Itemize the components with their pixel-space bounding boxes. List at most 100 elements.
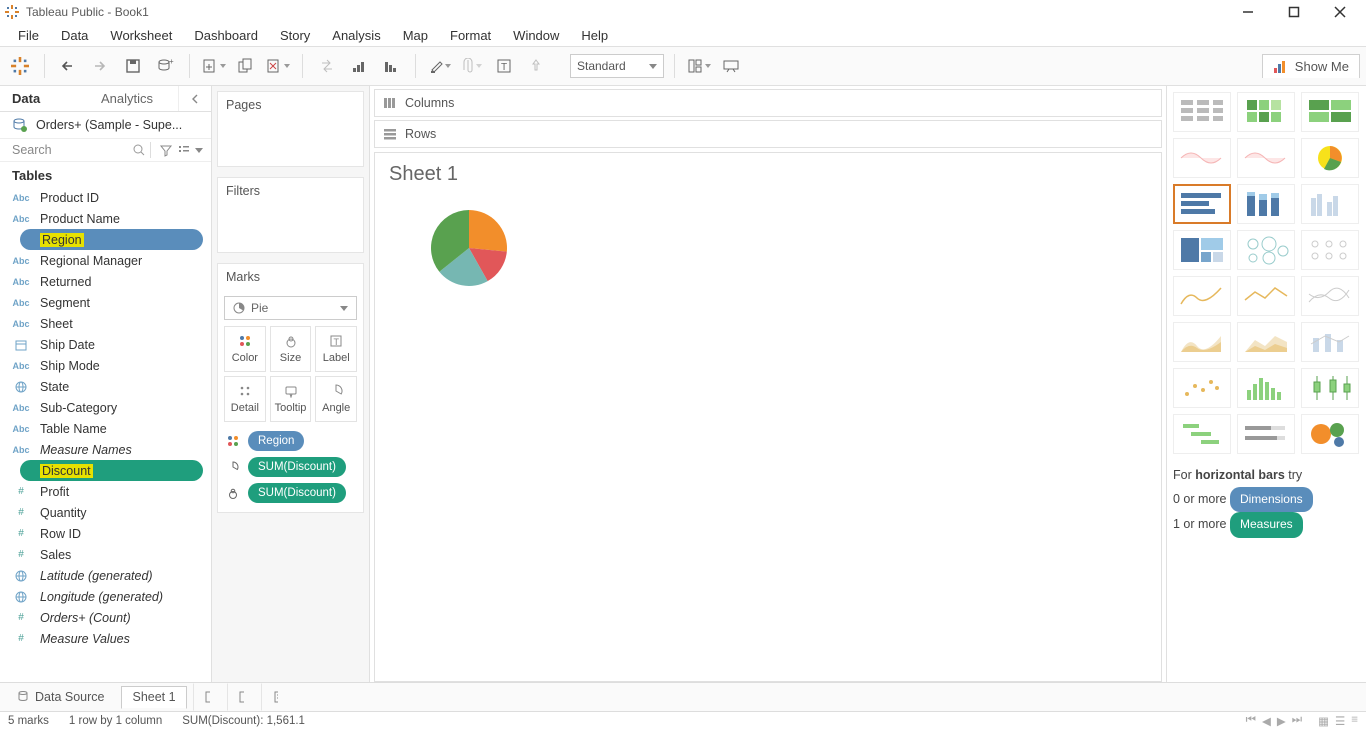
collapse-pane-icon[interactable] bbox=[178, 86, 211, 111]
nav-first-icon[interactable]: ⏮ bbox=[1246, 714, 1256, 728]
field-discount[interactable]: Discount bbox=[20, 460, 203, 481]
showme-thumb-7[interactable] bbox=[1237, 184, 1295, 224]
mark-btn-label[interactable]: TLabel bbox=[315, 326, 357, 372]
save-icon[interactable] bbox=[119, 52, 147, 80]
show-me-toggle[interactable]: Show Me bbox=[1262, 54, 1360, 78]
showme-thumb-10[interactable] bbox=[1237, 230, 1295, 270]
pin-icon[interactable] bbox=[522, 52, 550, 80]
showme-thumb-6[interactable] bbox=[1173, 184, 1231, 224]
showme-thumb-13[interactable] bbox=[1237, 276, 1295, 316]
close-button[interactable] bbox=[1326, 2, 1354, 22]
tab-analytics[interactable]: Analytics bbox=[89, 86, 178, 111]
pill-sum-discount-[interactable]: SUM(Discount) bbox=[248, 483, 346, 503]
mark-btn-color[interactable]: Color bbox=[224, 326, 266, 372]
filter-icon[interactable] bbox=[159, 143, 173, 157]
view-list-icon[interactable]: ≡ bbox=[1351, 714, 1358, 728]
pages-shelf[interactable]: Pages bbox=[217, 91, 364, 167]
filters-shelf[interactable]: Filters bbox=[217, 177, 364, 253]
swap-rows-columns-icon[interactable] bbox=[313, 52, 341, 80]
showme-thumb-14[interactable] bbox=[1301, 276, 1359, 316]
showme-thumb-5[interactable] bbox=[1301, 138, 1359, 178]
field-ship-mode[interactable]: AbcShip Mode bbox=[0, 355, 211, 376]
pill-sum-discount-[interactable]: SUM(Discount) bbox=[248, 457, 346, 477]
field-product-name[interactable]: AbcProduct Name bbox=[0, 208, 211, 229]
new-dashboard-tab-icon[interactable] bbox=[227, 683, 255, 711]
field-measure-names[interactable]: AbcMeasure Names bbox=[0, 439, 211, 460]
field-orders-count-[interactable]: #Orders+ (Count) bbox=[0, 607, 211, 628]
fit-mode-select[interactable]: Standard bbox=[570, 54, 664, 78]
menu-analysis[interactable]: Analysis bbox=[322, 26, 390, 45]
field-sheet[interactable]: AbcSheet bbox=[0, 313, 211, 334]
new-worksheet-icon[interactable] bbox=[200, 52, 228, 80]
field-table-name[interactable]: AbcTable Name bbox=[0, 418, 211, 439]
showme-thumb-22[interactable] bbox=[1237, 414, 1295, 454]
pie-slice-east[interactable] bbox=[469, 210, 507, 252]
field-row-id[interactable]: #Row ID bbox=[0, 523, 211, 544]
showme-thumb-16[interactable] bbox=[1237, 322, 1295, 362]
new-data-source-icon[interactable]: + bbox=[151, 52, 179, 80]
view-grid-icon[interactable]: ▦ bbox=[1318, 714, 1329, 728]
new-story-tab-icon[interactable] bbox=[261, 683, 289, 711]
data-source-row[interactable]: Orders+ (Sample - Supe... bbox=[0, 112, 211, 138]
text-label-icon[interactable]: T bbox=[490, 52, 518, 80]
menu-map[interactable]: Map bbox=[393, 26, 438, 45]
field-regional-manager[interactable]: AbcRegional Manager bbox=[0, 250, 211, 271]
attach-icon[interactable] bbox=[458, 52, 486, 80]
field-sales[interactable]: #Sales bbox=[0, 544, 211, 565]
pie-chart[interactable] bbox=[429, 208, 1147, 288]
minimize-button[interactable] bbox=[1234, 2, 1262, 22]
tab-sheet1[interactable]: Sheet 1 bbox=[121, 686, 186, 709]
mark-btn-size[interactable]: Size bbox=[270, 326, 312, 372]
columns-shelf[interactable]: Columns bbox=[374, 89, 1162, 117]
field-profit[interactable]: #Profit bbox=[0, 481, 211, 502]
menu-file[interactable]: File bbox=[8, 26, 49, 45]
rows-shelf[interactable]: Rows bbox=[374, 120, 1162, 148]
menu-window[interactable]: Window bbox=[503, 26, 569, 45]
showme-thumb-4[interactable] bbox=[1237, 138, 1295, 178]
field-list[interactable]: AbcProduct IDAbcProduct NameRegionAbcReg… bbox=[0, 187, 211, 682]
field-sub-category[interactable]: AbcSub-Category bbox=[0, 397, 211, 418]
nav-next-icon[interactable]: ▶ bbox=[1277, 714, 1286, 728]
sheet-title[interactable]: Sheet 1 bbox=[389, 163, 1147, 186]
undo-icon[interactable] bbox=[55, 52, 83, 80]
nav-last-icon[interactable]: ⏭ bbox=[1292, 714, 1302, 728]
showme-thumb-8[interactable] bbox=[1301, 184, 1359, 224]
menu-worksheet[interactable]: Worksheet bbox=[100, 26, 182, 45]
highlight-icon[interactable] bbox=[426, 52, 454, 80]
tab-data-source[interactable]: Data Source bbox=[6, 686, 115, 709]
menu-help[interactable]: Help bbox=[571, 26, 618, 45]
menu-data[interactable]: Data bbox=[51, 26, 98, 45]
showme-thumb-2[interactable] bbox=[1301, 92, 1359, 132]
showme-thumb-0[interactable] bbox=[1173, 92, 1231, 132]
showme-thumb-11[interactable] bbox=[1301, 230, 1359, 270]
tableau-home-icon[interactable] bbox=[6, 52, 34, 80]
showme-thumb-9[interactable] bbox=[1173, 230, 1231, 270]
field-segment[interactable]: AbcSegment bbox=[0, 292, 211, 313]
showme-thumb-19[interactable] bbox=[1237, 368, 1295, 408]
mark-btn-angle[interactable]: Angle bbox=[315, 376, 357, 422]
worksheet-canvas[interactable]: Sheet 1 bbox=[374, 152, 1162, 682]
showme-thumb-12[interactable] bbox=[1173, 276, 1231, 316]
view-options-icon[interactable] bbox=[177, 143, 191, 157]
field-ship-date[interactable]: Ship Date bbox=[0, 334, 211, 355]
sort-desc-icon[interactable] bbox=[377, 52, 405, 80]
show-cards-icon[interactable] bbox=[685, 52, 713, 80]
field-longitude-generated-[interactable]: Longitude (generated) bbox=[0, 586, 211, 607]
field-region[interactable]: Region bbox=[20, 229, 203, 250]
menu-dashboard[interactable]: Dashboard bbox=[184, 26, 268, 45]
showme-thumb-18[interactable] bbox=[1173, 368, 1231, 408]
view-filmstrip-icon[interactable]: ☰ bbox=[1335, 714, 1345, 728]
showme-thumb-3[interactable] bbox=[1173, 138, 1231, 178]
showme-thumb-20[interactable] bbox=[1301, 368, 1359, 408]
field-quantity[interactable]: #Quantity bbox=[0, 502, 211, 523]
field-returned[interactable]: AbcReturned bbox=[0, 271, 211, 292]
field-menu-caret-icon[interactable] bbox=[195, 148, 203, 153]
field-state[interactable]: State bbox=[0, 376, 211, 397]
field-product-id[interactable]: AbcProduct ID bbox=[0, 187, 211, 208]
mark-btn-detail[interactable]: Detail bbox=[224, 376, 266, 422]
showme-thumb-21[interactable] bbox=[1173, 414, 1231, 454]
showme-thumb-17[interactable] bbox=[1301, 322, 1359, 362]
sort-asc-icon[interactable] bbox=[345, 52, 373, 80]
duplicate-icon[interactable] bbox=[232, 52, 260, 80]
pill-region[interactable]: Region bbox=[248, 431, 304, 451]
